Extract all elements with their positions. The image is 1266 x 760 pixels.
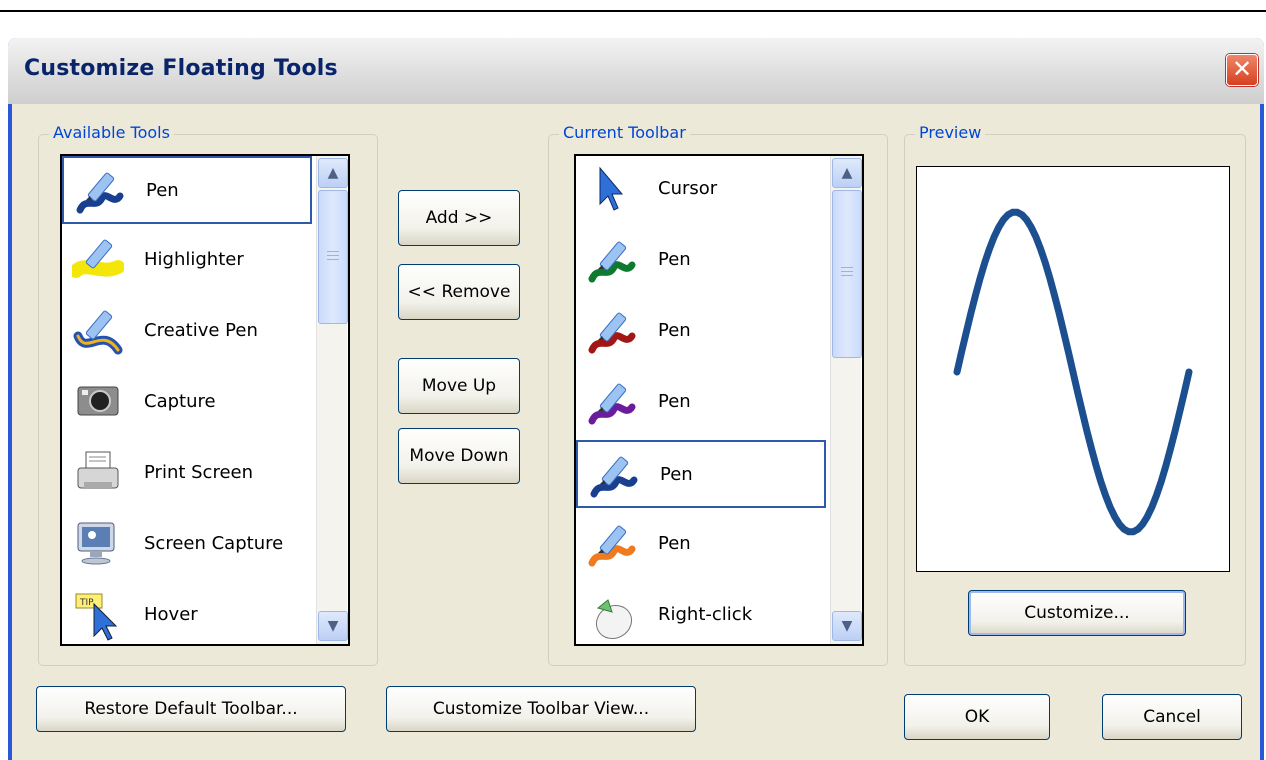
current-toolbar-list[interactable]: Cursor Pen Pen Pen Pen Pen Right-click ▲… — [574, 154, 864, 646]
customize-toolbar-view-label: Customize Toolbar View... — [432, 699, 650, 719]
top-border-line — [0, 0, 1266, 12]
list-item[interactable]: Right-click — [576, 582, 826, 644]
camera-icon — [72, 377, 124, 429]
pen-icon — [586, 306, 638, 358]
list-item[interactable]: Pen — [576, 440, 826, 508]
list-item-label: Cursor — [658, 178, 718, 199]
list-item[interactable]: Highlighter — [62, 227, 312, 295]
list-item-label: Capture — [144, 391, 216, 412]
scroll-up-button[interactable]: ▲ — [832, 158, 862, 188]
scroll-up-button[interactable]: ▲ — [318, 158, 348, 188]
move-up-button[interactable]: Move Up — [398, 358, 520, 414]
list-item-label: Pen — [658, 249, 691, 270]
list-item[interactable]: Pen — [576, 511, 826, 579]
list-item[interactable]: Capture — [62, 369, 312, 437]
customize-toolbar-view-button[interactable]: Customize Toolbar View... — [386, 686, 696, 732]
move-down-button-label: Move Down — [409, 446, 509, 466]
ok-button[interactable]: OK — [904, 694, 1050, 740]
svg-text:TIP: TIP — [79, 598, 94, 608]
list-item-label: Pen — [146, 180, 179, 201]
list-item[interactable]: Pen — [62, 156, 312, 224]
chevron-up-icon: ▲ — [327, 165, 339, 181]
scroll-thumb[interactable] — [318, 190, 348, 324]
pen-icon — [588, 450, 640, 502]
preview-canvas — [916, 166, 1230, 572]
list-item-label: Pen — [658, 320, 691, 341]
mouse-icon — [586, 590, 638, 642]
list-item[interactable]: Pen — [576, 227, 826, 295]
list-item-label: Hover — [144, 604, 198, 625]
creative-pen-icon — [72, 306, 124, 358]
remove-button-label: << Remove — [407, 282, 511, 302]
pen-icon — [586, 235, 638, 287]
title-bar[interactable]: Customize Floating Tools ✕ — [8, 38, 1264, 104]
preview-label: Preview — [915, 123, 986, 142]
list-item[interactable]: Creative Pen — [62, 298, 312, 366]
scroll-down-button[interactable]: ▼ — [318, 611, 348, 641]
list-item[interactable]: Cursor — [576, 156, 826, 224]
cancel-button[interactable]: Cancel — [1102, 694, 1242, 740]
chevron-down-icon: ▼ — [841, 618, 853, 634]
scroll-down-button[interactable]: ▼ — [832, 611, 862, 641]
grip-line — [327, 255, 339, 256]
list-item-label: Creative Pen — [144, 320, 258, 341]
move-down-button[interactable]: Move Down — [398, 428, 520, 484]
pen-icon — [586, 377, 638, 429]
cancel-label: Cancel — [1143, 707, 1201, 727]
list-item[interactable]: Pen — [576, 298, 826, 366]
grip-line — [841, 271, 853, 272]
restore-default-toolbar-button[interactable]: Restore Default Toolbar... — [36, 686, 346, 732]
list-item[interactable]: Screen Capture — [62, 511, 312, 579]
list-item[interactable]: Print Screen — [62, 440, 312, 508]
chevron-up-icon: ▲ — [841, 165, 853, 181]
customize-preview-button[interactable]: Customize... — [968, 590, 1186, 636]
cursor-arrow-icon — [586, 164, 638, 216]
dialog-title: Customize Floating Tools — [24, 56, 338, 81]
chevron-down-icon: ▼ — [327, 618, 339, 634]
move-up-button-label: Move Up — [421, 376, 497, 396]
grip-line — [327, 251, 339, 252]
list-item[interactable]: Pen — [576, 369, 826, 437]
list-item[interactable]: TIP Hover — [62, 582, 312, 644]
close-button[interactable]: ✕ — [1226, 54, 1258, 86]
customize-floating-tools-dialog: Customize Floating Tools ✕ Available Too… — [8, 38, 1264, 760]
ok-label: OK — [964, 707, 990, 727]
pen-icon — [586, 519, 638, 571]
list-item-label: Highlighter — [144, 249, 244, 270]
pen-icon — [74, 166, 126, 218]
restore-default-label: Restore Default Toolbar... — [84, 699, 298, 719]
list-item-label: Pen — [658, 533, 691, 554]
close-icon: ✕ — [1231, 55, 1253, 83]
grip-line — [841, 267, 853, 268]
scroll-thumb[interactable] — [832, 190, 862, 358]
highlighter-icon — [69, 235, 125, 287]
available-tools-scrollbar[interactable]: ▲ ▼ — [316, 156, 348, 644]
preview-stroke — [953, 208, 1193, 536]
monitor-icon — [72, 519, 124, 571]
customize-preview-label: Customize... — [1024, 603, 1130, 623]
list-item-label: Pen — [658, 391, 691, 412]
printer-icon — [72, 448, 124, 500]
remove-button[interactable]: << Remove — [398, 264, 520, 320]
list-item-label: Screen Capture — [144, 533, 284, 554]
list-item-label: Pen — [660, 464, 693, 485]
available-tools-list[interactable]: Pen Highlighter Creative Pen Capture Pri… — [60, 154, 350, 646]
list-item-label: Print Screen — [144, 462, 254, 483]
current-toolbar-scrollbar[interactable]: ▲ ▼ — [830, 156, 862, 644]
current-toolbar-label: Current Toolbar — [559, 123, 690, 142]
grip-line — [327, 259, 339, 260]
dialog-client-area: Available Tools Pen Highlighter Creative… — [12, 104, 1260, 760]
tip-cursor-icon: TIP — [72, 590, 124, 642]
available-tools-label: Available Tools — [49, 123, 174, 142]
list-item-label: Right-click — [658, 604, 753, 625]
add-button[interactable]: Add >> — [398, 190, 520, 246]
grip-line — [841, 275, 853, 276]
add-button-label: Add >> — [425, 208, 493, 228]
